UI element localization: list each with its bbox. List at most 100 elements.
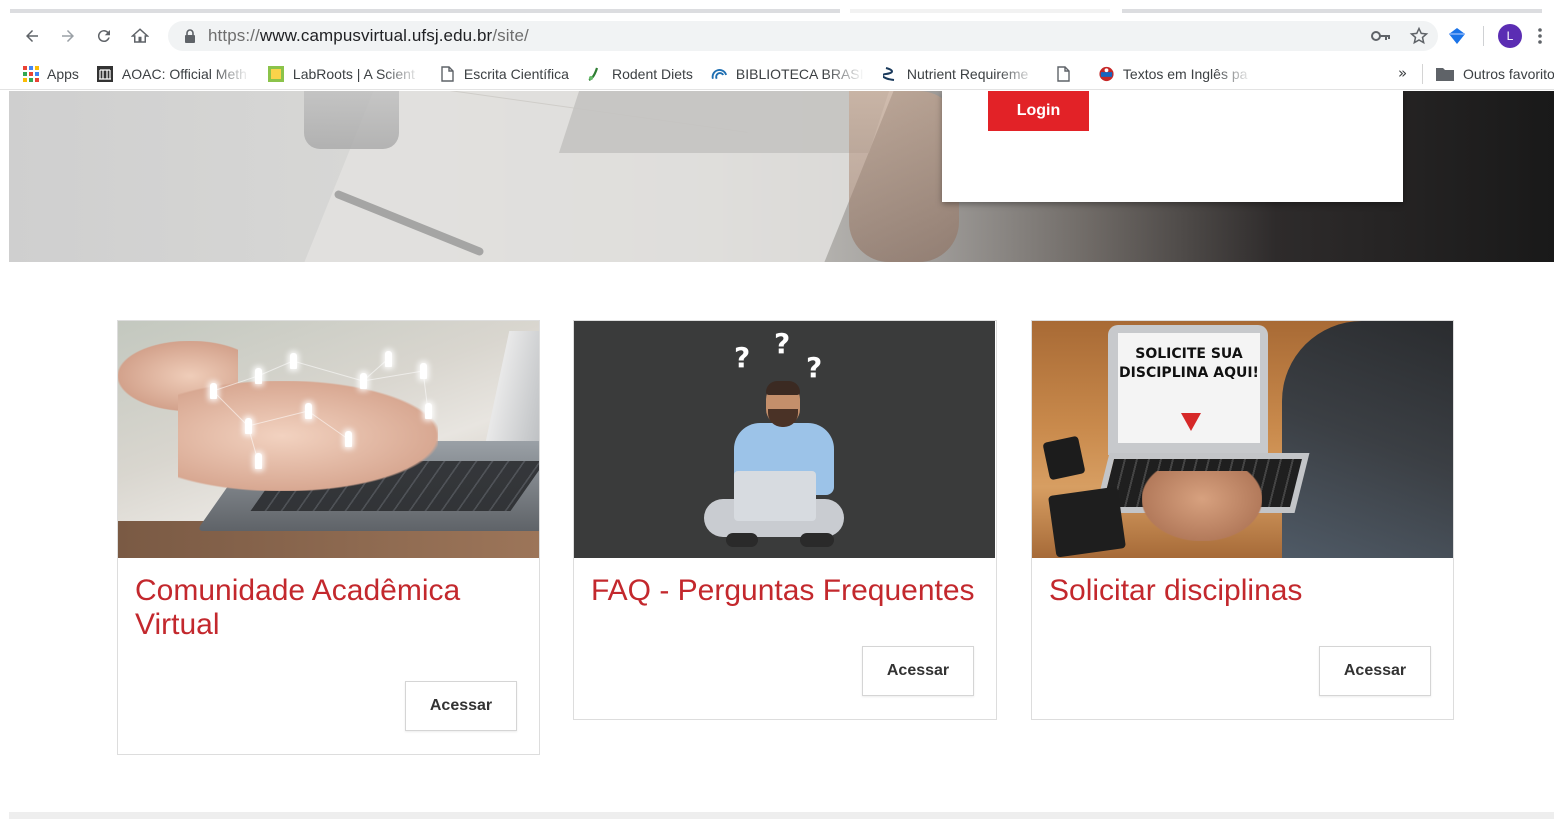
bookmark-escrita[interactable]: Escrita Científica — [439, 65, 569, 82]
card-image-faq: ? ? ? — [574, 321, 995, 558]
tab-divider — [10, 9, 840, 13]
bookmark-textos[interactable]: Textos em Inglês pa — [1098, 65, 1253, 82]
bookmark-label: Apps — [47, 65, 79, 82]
url-text: https://www.campusvirtual.ufsj.edu.br/si… — [208, 26, 529, 46]
bookmark-label: BIBLIOTECA BRASIL — [735, 65, 864, 82]
acessar-button[interactable]: Acessar — [1319, 646, 1431, 696]
toolbar-actions: L — [1369, 21, 1544, 51]
network-lines-icon — [212, 358, 429, 462]
person-node-icon — [420, 363, 427, 379]
other-bookmarks-label: Outros favorito — [1463, 66, 1554, 82]
card-image-solicite: SOLICITE SUA DISCIPLINA AQUI! — [1032, 321, 1453, 558]
hero-glass-image — [304, 91, 399, 149]
question-mark-icon: ? — [774, 327, 791, 360]
card-faq: ? ? ? FAQ - Perguntas Frequentes Acessar — [573, 320, 997, 720]
question-mark-icon: ? — [734, 341, 751, 374]
bookmark-label: Nutrient Requireme — [906, 65, 1029, 82]
bookmark-label: AOAC: Official Meth — [121, 65, 247, 82]
lock-icon — [185, 29, 195, 43]
login-panel: Login — [942, 91, 1403, 202]
image-phone — [1042, 435, 1086, 481]
image-person — [1282, 321, 1453, 558]
image-hand — [1142, 471, 1262, 541]
home-icon — [131, 28, 149, 43]
image-shoe — [800, 533, 834, 547]
image-person-hair — [766, 381, 800, 395]
url-path: /site/ — [492, 26, 529, 45]
address-bar[interactable]: https://www.campusvirtual.ufsj.edu.br/si… — [168, 21, 1438, 51]
bookmark-label: Rodent Diets — [611, 65, 693, 82]
bookmark-labroots[interactable]: LabRoots | A Scient — [268, 65, 421, 82]
textos-icon — [1098, 65, 1115, 82]
back-button[interactable] — [14, 21, 50, 51]
browser-toolbar: https://www.campusvirtual.ufsj.edu.br/si… — [0, 18, 1554, 54]
hero-device-image — [558, 91, 890, 153]
bookmarks-divider — [1422, 64, 1423, 84]
toolbar-divider — [1483, 26, 1484, 46]
image-notebook — [1048, 486, 1126, 558]
acessar-button[interactable]: Acessar — [405, 681, 517, 731]
tab-divider — [1122, 9, 1542, 13]
person-node-icon — [305, 403, 312, 419]
password-key-icon[interactable] — [1369, 24, 1393, 48]
forward-arrow-icon — [62, 30, 74, 42]
bookmark-label: Textos em Inglês pa — [1122, 65, 1248, 82]
person-node-icon — [385, 351, 392, 367]
bookmark-aoac[interactable]: AOAC: Official Meth — [97, 65, 250, 82]
acessar-button[interactable]: Acessar — [862, 646, 974, 696]
image-shoe — [726, 533, 758, 547]
card-title[interactable]: FAQ - Perguntas Frequentes — [591, 574, 981, 608]
image-laptop — [734, 471, 816, 521]
card-title[interactable]: Solicitar disciplinas — [1049, 574, 1439, 608]
login-button[interactable]: Login — [988, 91, 1089, 131]
tab-strip — [0, 0, 1554, 18]
person-node-icon — [210, 383, 217, 399]
reload-button[interactable] — [86, 21, 122, 51]
card-solicitar-disciplinas: SOLICITE SUA DISCIPLINA AQUI! Solicitar … — [1031, 320, 1454, 720]
person-node-icon — [345, 431, 352, 447]
bookmark-star-icon[interactable] — [1407, 24, 1431, 48]
bookmark-apps[interactable]: Apps — [22, 65, 79, 82]
biblioteca-icon — [711, 65, 728, 82]
person-node-icon — [360, 373, 367, 389]
back-arrow-icon — [26, 30, 38, 42]
image-screen-text: SOLICITE SUA DISCIPLINA AQUI! — [1119, 346, 1259, 381]
person-node-icon — [245, 418, 252, 434]
reload-icon — [97, 30, 110, 43]
card-image-network-laptop — [118, 321, 539, 558]
labroots-icon — [268, 65, 285, 82]
question-mark-icon: ? — [806, 351, 823, 384]
rodent-diets-icon — [587, 65, 604, 82]
bookmark-rodent-diets[interactable]: Rodent Diets — [587, 65, 693, 82]
home-button[interactable] — [122, 21, 158, 51]
card-title[interactable]: Comunidade Acadêmica Virtual — [135, 574, 525, 642]
hero-banner: Login — [9, 91, 1554, 262]
profile-avatar[interactable]: L — [1498, 24, 1522, 48]
card-comunidade-academica: Comunidade Acadêmica Virtual Acessar — [117, 320, 540, 755]
other-bookmarks-button[interactable]: Outros favorito — [1436, 58, 1554, 90]
menu-kebab-icon[interactable] — [1536, 24, 1544, 48]
bookmark-label: LabRoots | A Scient — [292, 65, 415, 82]
bookmark-nutrient[interactable]: Nutrient Requireme — [882, 65, 1037, 82]
nutrient-icon — [882, 65, 899, 82]
forward-button[interactable] — [50, 21, 86, 51]
aoac-icon — [97, 65, 114, 82]
page-icon — [1055, 65, 1072, 82]
arrow-down-icon — [1181, 413, 1201, 431]
bookmarks-overflow-button[interactable]: » — [1398, 64, 1407, 82]
page-icon — [439, 65, 456, 82]
bookmark-blank-page[interactable] — [1055, 65, 1080, 82]
person-node-icon — [255, 453, 262, 469]
bookmarks-bar: Apps AOAC: Official Meth LabRoots | A Sc… — [0, 58, 1554, 90]
person-node-icon — [425, 403, 432, 419]
url-host: www.campusvirtual.ufsj.edu.br — [259, 26, 493, 45]
apps-grid-icon — [22, 65, 39, 82]
folder-icon — [1436, 68, 1454, 81]
extension-icon[interactable] — [1445, 24, 1469, 48]
person-node-icon — [255, 368, 262, 384]
bookmark-biblioteca[interactable]: BIBLIOTECA BRASIL — [711, 65, 864, 82]
person-node-icon — [290, 353, 297, 369]
url-scheme: https:// — [208, 26, 260, 45]
tab-divider — [850, 9, 1110, 13]
footer-band — [9, 812, 1554, 819]
